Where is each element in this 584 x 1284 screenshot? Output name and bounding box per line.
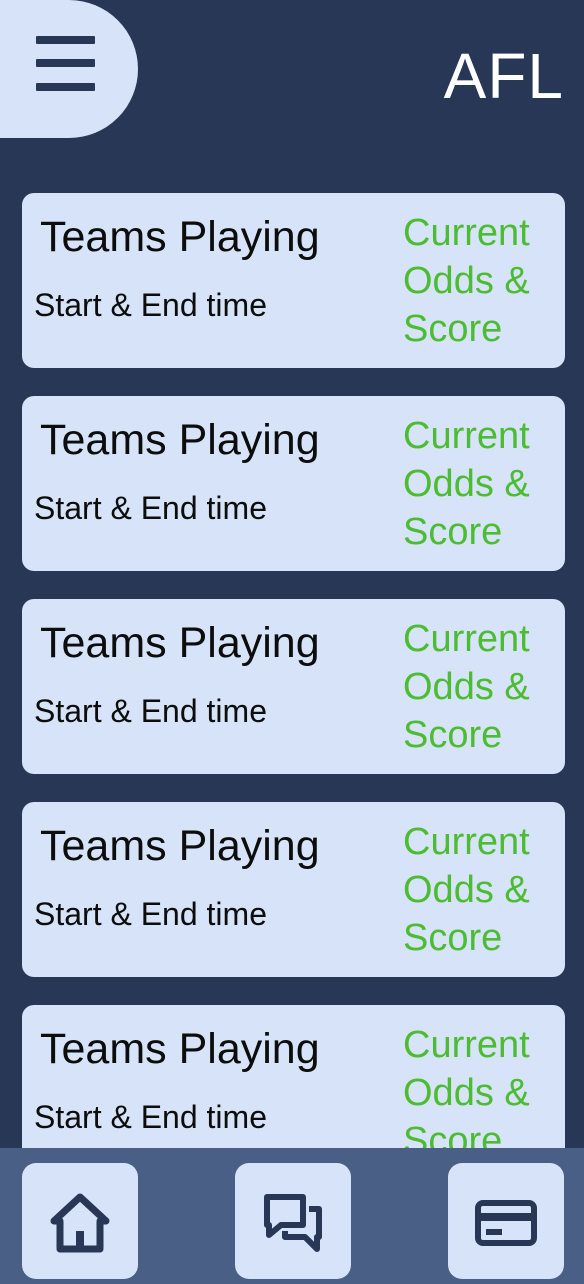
match-time: Start & End time (34, 896, 267, 932)
match-teams: Teams Playing (40, 822, 320, 870)
card-icon (475, 1200, 537, 1246)
match-card[interactable]: Teams Playing Start & End time Current O… (22, 599, 565, 774)
nav-card-button[interactable] (448, 1163, 564, 1279)
screen: Teams Playing Start & End time Current O… (0, 0, 584, 1284)
match-time: Start & End time (34, 490, 267, 526)
nav-chat-button[interactable] (235, 1163, 351, 1279)
match-list[interactable]: Teams Playing Start & End time Current O… (0, 0, 584, 1148)
chat-icon (264, 1194, 322, 1252)
bottom-nav (0, 1148, 584, 1284)
match-teams: Teams Playing (40, 416, 320, 464)
nav-home-button[interactable] (22, 1163, 138, 1279)
match-odds: Current Odds & Score (403, 212, 530, 350)
match-odds: Current Odds & Score (403, 1024, 530, 1148)
match-card[interactable]: Teams Playing Start & End time Current O… (22, 396, 565, 571)
hamburger-menu-icon (36, 36, 96, 96)
match-odds: Current Odds & Score (403, 618, 530, 756)
match-teams: Teams Playing (40, 1025, 320, 1073)
match-teams: Teams Playing (40, 619, 320, 667)
match-card[interactable]: Teams Playing Start & End time Current O… (22, 1005, 565, 1148)
home-icon (50, 1193, 110, 1253)
menu-button[interactable] (0, 0, 138, 138)
page-title: AFL (443, 40, 564, 112)
match-odds: Current Odds & Score (403, 415, 530, 553)
match-time: Start & End time (34, 287, 267, 323)
match-time: Start & End time (34, 1099, 267, 1135)
match-odds: Current Odds & Score (403, 821, 530, 959)
match-card[interactable]: Teams Playing Start & End time Current O… (22, 193, 565, 368)
match-teams: Teams Playing (40, 213, 320, 261)
match-time: Start & End time (34, 693, 267, 729)
match-card[interactable]: Teams Playing Start & End time Current O… (22, 802, 565, 977)
